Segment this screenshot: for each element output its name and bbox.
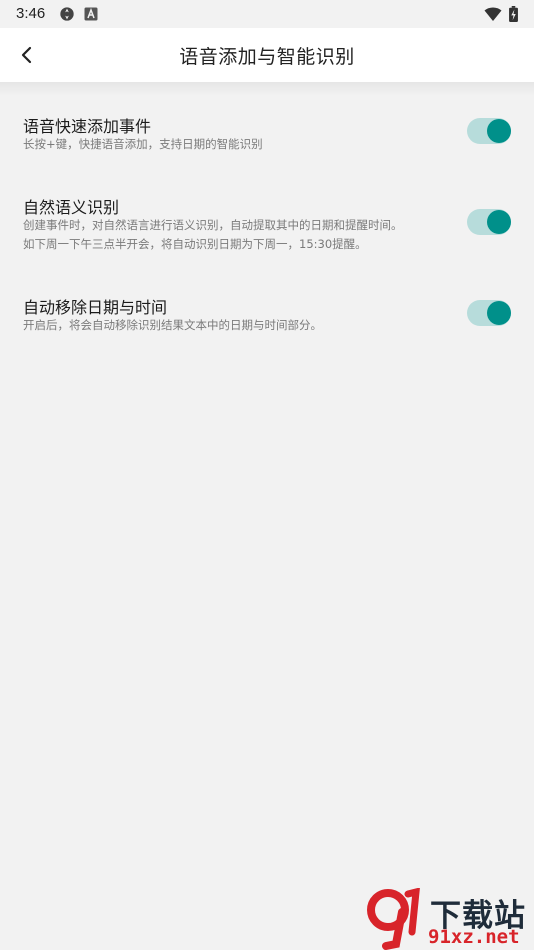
watermark: 下载站 91xz.net: [362, 888, 532, 950]
toggle-thumb: [487, 301, 511, 325]
app-bar: 语音添加与智能识别: [0, 28, 534, 82]
setting-title: 自然语义识别: [23, 198, 120, 217]
voice-quick-add-toggle[interactable]: [467, 118, 513, 144]
sync-icon: [60, 7, 74, 21]
setting-desc: 长按+键，快捷语音添加，支持日期的智能识别: [23, 137, 263, 151]
app-bar-shadow: [0, 82, 534, 96]
toggle-thumb: [487, 119, 511, 143]
setting-title: 语音快速添加事件: [23, 117, 152, 136]
keyboard-a-icon: [84, 7, 98, 21]
battery-charging-icon: [509, 6, 518, 22]
watermark-domain: 91xz.net: [428, 926, 520, 948]
status-time: 3:46: [16, 5, 46, 22]
status-bar: 3:46: [0, 0, 534, 28]
page-title: 语音添加与智能识别: [179, 46, 355, 68]
wifi-icon: [484, 7, 502, 21]
auto-remove-datetime-toggle[interactable]: [467, 300, 513, 326]
watermark-logo-icon: [367, 888, 420, 950]
setting-row-natural-semantic[interactable]: 自然语义识别 创建事件时，对自然语言进行语义识别，自动提取其中的日期和提醒时间。…: [0, 189, 534, 269]
setting-row-auto-remove-datetime[interactable]: 自动移除日期与时间 开启后，将会自动移除识别结果文本中的日期与时间部分。: [0, 289, 534, 349]
setting-title: 自动移除日期与时间: [23, 298, 168, 317]
setting-desc: 开启后，将会自动移除识别结果文本中的日期与时间部分。: [23, 318, 322, 332]
toggle-thumb: [487, 210, 511, 234]
setting-desc-line-1: 创建事件时，对自然语言进行语义识别，自动提取其中的日期和提醒时间。: [23, 218, 403, 232]
natural-semantic-toggle[interactable]: [467, 209, 513, 235]
setting-row-voice-quick-add[interactable]: 语音快速添加事件 长按+键，快捷语音添加，支持日期的智能识别: [0, 108, 534, 168]
setting-desc-line-2: 如下周一下午三点半开会，将自动识别日期为下周一，15:30提醒。: [23, 237, 367, 251]
